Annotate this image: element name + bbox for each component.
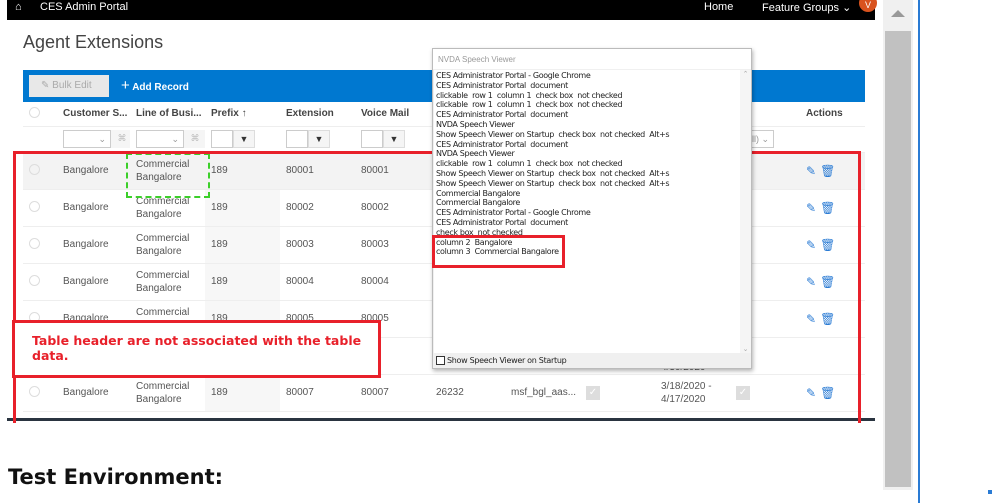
avatar[interactable]: V [859, 0, 877, 12]
startup-checkbox[interactable]: Show Speech Viewer on Startup [436, 356, 567, 365]
chevron-down-icon: ⌄ [842, 2, 852, 14]
lob-filter-select[interactable]: ⌄ [136, 130, 184, 148]
page-title: Agent Extensions [23, 32, 164, 52]
speech-line: clickable row 1 column 1 check box not c… [436, 100, 623, 110]
speech-line: NVDA Speech Viewer [436, 119, 515, 129]
add-record-label: Add Record [132, 82, 189, 93]
speech-log-scrollbar[interactable]: ⌃ ⌄ [740, 70, 751, 353]
test-environment-heading: Test Environment: [8, 465, 224, 489]
speech-viewer-title: NVDA Speech Viewer [433, 49, 751, 69]
speech-line: CES Administrator Portal - Google Chrome [436, 208, 591, 218]
top-nav-bar: ⌂ CES Admin Portal Home Feature Groups ⌄… [7, 0, 877, 20]
page-scrollbar[interactable] [883, 0, 913, 490]
add-record-button[interactable]: + Add Record [121, 70, 189, 102]
bulk-edit-label: Bulk Edit [52, 80, 92, 91]
speech-line: Show Speech Viewer on Startup check box … [436, 129, 670, 139]
col-customer[interactable]: Customer S... [57, 102, 130, 127]
divider [918, 0, 920, 503]
home-icon[interactable]: ⌂ [15, 1, 22, 13]
speech-line: CES Administrator Portal document [436, 217, 568, 227]
nav-feature-groups[interactable]: Feature Groups ⌄ [762, 1, 851, 14]
nvda-speech-viewer: NVDA Speech Viewer CES Administrator Por… [432, 48, 752, 369]
speech-line: NVDA Speech Viewer [436, 149, 515, 159]
speech-line: CES Administrator Portal document [436, 80, 568, 90]
speech-line: Commercial Bangalore [436, 198, 520, 208]
filter-icon[interactable]: ▼ [308, 130, 330, 148]
clear-filter-icon[interactable]: ⌘ [111, 130, 130, 148]
nav-feature-groups-label: Feature Groups [762, 2, 840, 14]
customer-filter-select[interactable]: ⌄ [63, 130, 111, 148]
cursor-mark [988, 490, 992, 494]
app-title[interactable]: CES Admin Portal [40, 1, 128, 13]
speech-line: clickable row 1 column 1 check box not c… [436, 90, 623, 100]
pencil-icon: ✎ [41, 80, 50, 91]
speech-log[interactable]: CES Administrator Portal - Google Chrome… [434, 70, 740, 353]
extension-filter-input[interactable] [286, 130, 308, 148]
prefix-filter-input[interactable] [211, 130, 233, 148]
speech-line: clickable row 1 column 1 check box not c… [436, 159, 623, 169]
filter-icon[interactable]: ▼ [383, 130, 405, 148]
speech-line: CES Administrator Portal document [436, 110, 568, 120]
scroll-up-icon[interactable] [891, 10, 905, 17]
voicemail-filter-input[interactable] [361, 130, 383, 148]
col-actions: Actions [800, 102, 865, 127]
bulk-edit-button[interactable]: ✎ Bulk Edit [29, 75, 109, 97]
col-line-of-business[interactable]: Line of Busi... [130, 102, 205, 127]
select-all-checkbox[interactable] [23, 102, 57, 127]
filter-icon[interactable]: ▼ [233, 130, 255, 148]
col-voice-mail[interactable]: Voice Mail [355, 102, 430, 127]
speech-line: CES Administrator Portal document [436, 139, 568, 149]
startup-checkbox-label: Show Speech Viewer on Startup [447, 356, 567, 365]
nav-home[interactable]: Home [704, 1, 733, 13]
speech-highlight [432, 235, 565, 268]
speech-line: Show Speech Viewer on Startup check box … [436, 168, 670, 178]
col-extension[interactable]: Extension [280, 102, 355, 127]
col-prefix[interactable]: Prefix ↑ [205, 102, 280, 127]
scroll-thumb[interactable] [885, 31, 911, 487]
plus-icon: + [121, 77, 130, 94]
speech-line: Show Speech Viewer on Startup check box … [436, 178, 670, 188]
speech-line: CES Administrator Portal - Google Chrome [436, 71, 591, 80]
checkbox-icon [436, 356, 445, 365]
speech-line: Commercial Bangalore [436, 188, 520, 198]
issue-annotation: Table header are not associated with the… [12, 320, 381, 378]
clear-filter-icon[interactable]: ⌘ [184, 130, 205, 148]
